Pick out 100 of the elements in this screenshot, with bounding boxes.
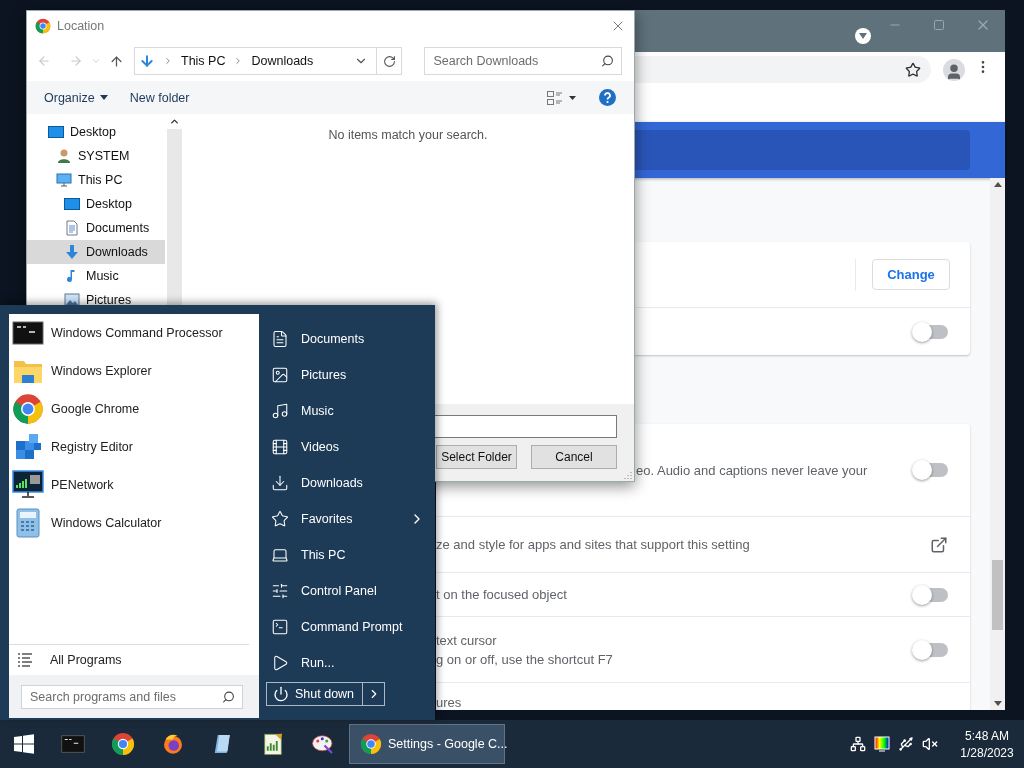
document-icon — [271, 330, 289, 348]
search-field[interactable]: Search programs and files — [21, 685, 243, 709]
menu-item[interactable]: Favorites — [266, 501, 435, 537]
terminal-icon — [61, 732, 85, 756]
scroll-up-icon[interactable] — [993, 182, 1002, 187]
image-icon — [64, 292, 80, 308]
windows-logo-icon[interactable] — [14, 734, 34, 754]
taskbar-window-button[interactable]: Settings - Google C... — [349, 724, 505, 764]
resize-grip-icon[interactable] — [624, 471, 632, 479]
usb-icon[interactable] — [898, 736, 914, 752]
menu-item[interactable]: Pictures — [266, 357, 435, 393]
chart-document-icon — [261, 732, 285, 756]
menu-item[interactable]: Run... — [266, 645, 435, 681]
window-title: Location — [57, 19, 106, 33]
menu-item[interactable]: Videos — [266, 429, 435, 465]
search-icon[interactable] — [222, 690, 235, 704]
power-icon — [273, 686, 289, 702]
download-arrow-icon — [139, 53, 155, 69]
chrome-icon — [12, 393, 44, 425]
desktop-icon — [64, 196, 80, 212]
cancel-button[interactable]: Cancel — [531, 445, 617, 469]
bookmark-star-icon[interactable] — [905, 61, 921, 78]
clock[interactable]: 5:48 AM 1/28/2023 — [950, 728, 1024, 760]
star-icon — [271, 510, 289, 528]
help-icon[interactable] — [599, 89, 616, 106]
dropdown-icon[interactable] — [855, 28, 871, 44]
clock-time: 5:48 AM — [965, 728, 1009, 743]
monitor-chart-icon — [12, 469, 44, 501]
search-icon[interactable] — [601, 54, 614, 68]
network-icon[interactable] — [850, 736, 866, 752]
tree-item[interactable]: Downloads — [27, 240, 165, 264]
setting-text: ures — [436, 695, 463, 710]
color-display-icon[interactable] — [874, 736, 890, 752]
list-icon — [18, 653, 32, 667]
program-item[interactable]: PENetwork — [9, 466, 259, 504]
chevron-right-icon — [163, 56, 173, 66]
scroll-up-icon[interactable] — [169, 116, 180, 127]
select-folder-button[interactable]: Select Folder — [436, 445, 517, 469]
shut-down-button[interactable]: Shut down — [266, 682, 364, 706]
toggle-switch[interactable] — [914, 324, 948, 339]
chrome-icon — [35, 18, 51, 34]
tree-item[interactable]: Desktop — [27, 120, 165, 144]
volume-muted-icon[interactable] — [922, 736, 938, 752]
setting-text: eo. Audio and captions never leave your — [636, 462, 869, 478]
toggle-switch[interactable] — [914, 463, 948, 477]
address-bar[interactable]: This PC Downloads — [134, 47, 403, 75]
menu-item[interactable]: Control Panel — [266, 573, 435, 609]
setting-text: t on the focused object — [436, 587, 568, 602]
program-item[interactable]: Windows Explorer — [9, 352, 259, 390]
refresh-icon[interactable] — [382, 54, 396, 68]
tree-item[interactable]: Music — [27, 264, 165, 288]
download-arrow-icon — [64, 244, 80, 260]
computer-icon — [271, 546, 289, 564]
chrome-icon — [111, 732, 135, 756]
tree-item[interactable]: This PC — [27, 168, 165, 192]
menu-item[interactable]: Music — [266, 393, 435, 429]
toggle-switch[interactable] — [914, 642, 948, 657]
new-folder-button[interactable]: New folder — [129, 90, 190, 105]
search-field[interactable]: Search Downloads — [424, 47, 622, 75]
palette-icon — [311, 732, 335, 756]
desktop-icon — [48, 124, 64, 140]
program-item[interactable]: Google Chrome — [9, 390, 259, 428]
folder-name-field[interactable] — [434, 415, 617, 438]
clock-date: 1/28/2023 — [960, 745, 1014, 760]
breadcrumb-item[interactable]: This PC — [181, 54, 226, 68]
tree-item[interactable]: Documents — [27, 216, 165, 240]
profile-avatar[interactable] — [943, 59, 965, 81]
scrollbar-thumb[interactable] — [992, 560, 1003, 630]
setting-text: g on or off, use the shortcut F7 — [436, 651, 614, 667]
setting-text: ze and style for apps and sites that support this setting — [436, 537, 751, 552]
setting-text: text cursor — [436, 632, 498, 648]
tree-item[interactable]: SYSTEM — [27, 144, 165, 168]
menu-item[interactable]: Command Prompt — [266, 609, 435, 645]
menu-item[interactable]: Documents — [266, 321, 435, 357]
program-item[interactable]: Windows Command Processor — [9, 314, 259, 352]
film-icon — [271, 438, 289, 456]
document-icon — [64, 220, 80, 236]
program-item[interactable]: Windows Calculator — [9, 504, 259, 542]
terminal-icon — [271, 618, 289, 636]
run-icon — [271, 654, 289, 672]
external-link-icon[interactable] — [930, 535, 948, 554]
shutdown-options-button[interactable] — [363, 682, 386, 706]
organize-button[interactable]: Organize — [44, 90, 108, 105]
view-options-icon[interactable] — [547, 90, 577, 105]
menu-item[interactable]: Downloads — [266, 465, 435, 501]
firefox-icon — [161, 732, 185, 756]
chrome-icon — [360, 733, 382, 755]
image-icon — [271, 366, 289, 384]
tree-item[interactable]: Desktop — [27, 192, 165, 216]
empty-message: No items match your search. — [328, 128, 488, 142]
scrollbar[interactable] — [990, 178, 1005, 710]
caret-icon — [99, 95, 108, 100]
user-icon — [56, 148, 72, 164]
breadcrumb-item[interactable]: Downloads — [251, 54, 314, 68]
change-button[interactable]: Change — [872, 259, 950, 290]
scroll-down-icon[interactable] — [993, 701, 1002, 706]
toggle-switch[interactable] — [914, 587, 948, 602]
menu-item[interactable]: This PC — [266, 537, 435, 573]
computer-icon — [56, 172, 72, 188]
program-item[interactable]: Registry Editor — [9, 428, 259, 466]
